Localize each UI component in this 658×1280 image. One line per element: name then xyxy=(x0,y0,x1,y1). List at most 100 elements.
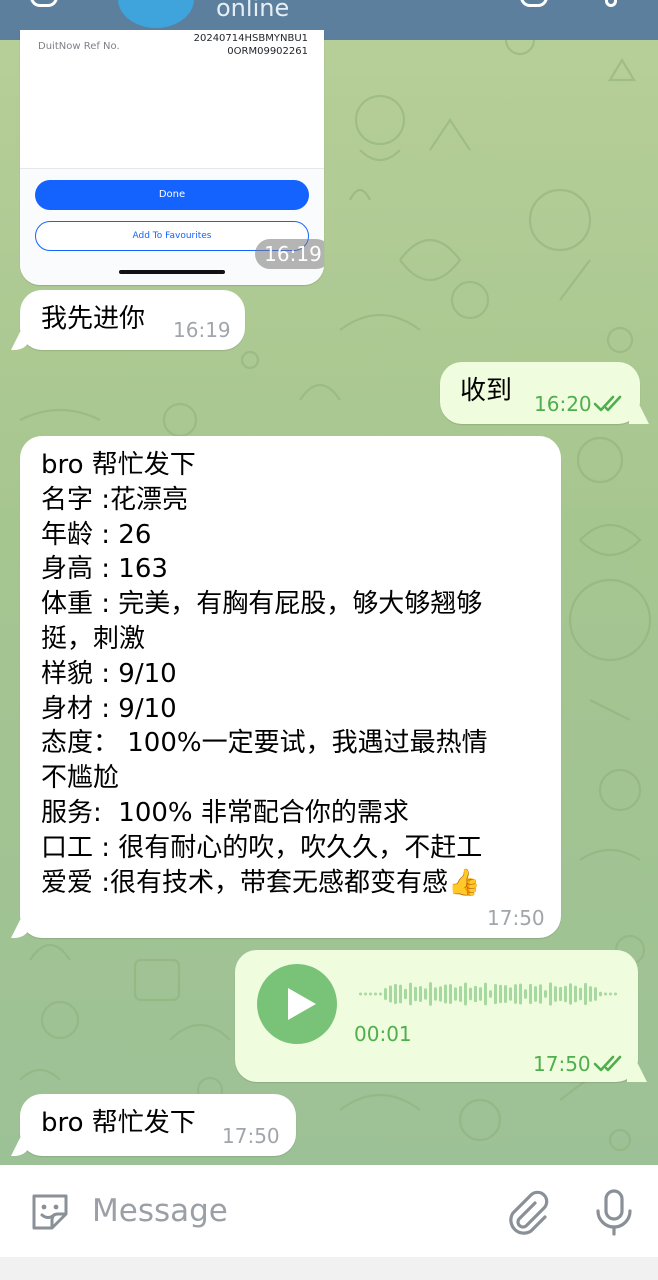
outgoing-message[interactable]: 收到 16:20 xyxy=(440,362,640,424)
message-line: 身高 : 163 xyxy=(41,554,168,585)
waveform-bar xyxy=(489,990,492,998)
message-time: 16:19 xyxy=(173,318,231,342)
message-line: 爱爱 :很有技术，带套无感都变有感👍 xyxy=(41,867,481,898)
waveform[interactable] xyxy=(359,976,619,1012)
message-text: bro 帮忙发下 xyxy=(41,1108,196,1138)
message-text: 我先进你 xyxy=(41,304,146,334)
waveform-bar xyxy=(439,986,442,1002)
message-line: bro 帮忙发下 xyxy=(41,450,196,480)
message-time: 16:20 xyxy=(534,392,592,416)
waveform-bar xyxy=(554,986,557,1002)
waveform-bar xyxy=(434,987,437,1001)
waveform-bar xyxy=(474,985,477,1003)
waveform-bar xyxy=(409,982,412,1006)
message-line: 身材 : 9/10 xyxy=(41,693,177,724)
waveform-bar xyxy=(609,992,612,996)
waveform-bar xyxy=(549,982,552,1006)
sticker-icon[interactable] xyxy=(28,1190,72,1234)
voice-message[interactable]: 00:01 17:50 xyxy=(235,950,638,1082)
waveform-bar xyxy=(379,992,382,996)
waveform-bar xyxy=(389,985,392,1003)
message-text: 收到 xyxy=(460,376,513,406)
waveform-bar xyxy=(564,985,567,1003)
image-message[interactable]: DuitNow Ref No. 20240714HSBMYNBU1 0ORM09… xyxy=(20,30,324,285)
waveform-bar xyxy=(509,987,512,1001)
message-time: 16:19 xyxy=(255,239,324,269)
receipt-ref-value-line2: 0ORM09902261 xyxy=(227,46,308,57)
double-check-icon xyxy=(593,1055,622,1072)
receipt-home-indicator xyxy=(119,270,225,274)
message-body: bro 帮忙发下 名字 :花漂亮 年龄 : 26 身高 : 163 体重 : 完… xyxy=(41,448,488,900)
message-time: 17:50 xyxy=(487,906,545,930)
message-time: 17:50 xyxy=(222,1124,280,1148)
waveform-bar xyxy=(469,987,472,1001)
waveform-bar xyxy=(359,992,362,996)
waveform-bar xyxy=(589,986,592,1002)
waveform-bar xyxy=(559,986,562,1002)
voice-duration: 00:01 xyxy=(354,1022,412,1046)
receipt-ref-value-line1: 20240714HSBMYNBU1 xyxy=(193,33,308,44)
waveform-bar xyxy=(499,984,502,1004)
waveform-bar xyxy=(579,987,582,1001)
play-icon[interactable] xyxy=(257,964,337,1044)
message-line: 体重 : 完美，有胸有屁股，够大够翘够 xyxy=(41,589,483,620)
message-input-bar: Message xyxy=(0,1165,658,1257)
waveform-bar xyxy=(404,988,407,1000)
call-icon[interactable] xyxy=(520,0,548,7)
microphone-icon[interactable] xyxy=(592,1187,636,1237)
waveform-bar xyxy=(384,988,387,1000)
double-check-icon xyxy=(593,395,622,412)
waveform-bar xyxy=(519,983,522,1005)
incoming-message[interactable]: bro 帮忙发下 名字 :花漂亮 年龄 : 26 身高 : 163 体重 : 完… xyxy=(20,436,561,938)
waveform-bar xyxy=(484,982,487,1006)
message-input[interactable]: Message xyxy=(92,1193,228,1229)
waveform-bar xyxy=(464,982,467,1006)
paperclip-icon[interactable] xyxy=(505,1189,549,1235)
waveform-bar xyxy=(394,983,397,1005)
contact-status: online xyxy=(216,0,290,22)
waveform-bar xyxy=(514,984,517,1004)
message-line: 挺，刺激 xyxy=(41,623,146,654)
message-line: 态度： 100%一定要试，我遇过最热情 xyxy=(41,728,488,759)
waveform-bar xyxy=(569,983,572,1005)
system-navigation-strip xyxy=(0,1257,658,1280)
waveform-bar xyxy=(524,989,527,999)
waveform-bar xyxy=(419,986,422,1002)
waveform-bar xyxy=(604,992,607,996)
receipt-ref-value: 20240714HSBMYNBU1 0ORM09902261 xyxy=(194,32,308,58)
message-line: 服务: 100% 非常配合你的需求 xyxy=(41,797,409,828)
waveform-bar xyxy=(544,990,547,998)
incoming-message[interactable]: 我先进你 16:19 xyxy=(20,290,245,350)
receipt-ref-label: DuitNow Ref No. xyxy=(38,41,120,52)
contact-avatar[interactable] xyxy=(118,0,194,28)
waveform-bar xyxy=(414,986,417,1002)
waveform-bar xyxy=(449,983,452,1005)
waveform-bar xyxy=(594,987,597,1001)
waveform-bar xyxy=(584,982,587,1006)
waveform-bar xyxy=(534,986,537,1002)
waveform-bar xyxy=(364,992,367,996)
waveform-bar xyxy=(539,984,542,1004)
waveform-bar xyxy=(614,992,617,996)
message-line: 不尴尬 xyxy=(41,763,120,794)
back-arrow-icon[interactable] xyxy=(30,0,58,7)
waveform-bar xyxy=(574,985,577,1003)
receipt-done-button: Done xyxy=(35,180,309,210)
waveform-bar xyxy=(504,985,507,1003)
waveform-bar xyxy=(429,982,432,1006)
waveform-bar xyxy=(479,987,482,1001)
waveform-bar xyxy=(454,987,457,1001)
message-time: 17:50 xyxy=(533,1052,591,1076)
incoming-message[interactable]: bro 帮忙发下 17:50 xyxy=(20,1094,296,1156)
waveform-bar xyxy=(444,984,447,1004)
waveform-bar xyxy=(599,991,602,997)
waveform-bar xyxy=(369,992,372,996)
message-line: 口工 : 很有耐心的吹，吹久久，不赶工 xyxy=(41,832,483,863)
more-options-icon[interactable] xyxy=(605,0,617,7)
message-line: 名字 :花漂亮 xyxy=(41,484,189,515)
message-line: 年龄 : 26 xyxy=(41,519,152,550)
waveform-bar xyxy=(494,983,497,1005)
waveform-bar xyxy=(399,984,402,1004)
waveform-bar xyxy=(529,983,532,1005)
waveform-bar xyxy=(374,992,377,996)
